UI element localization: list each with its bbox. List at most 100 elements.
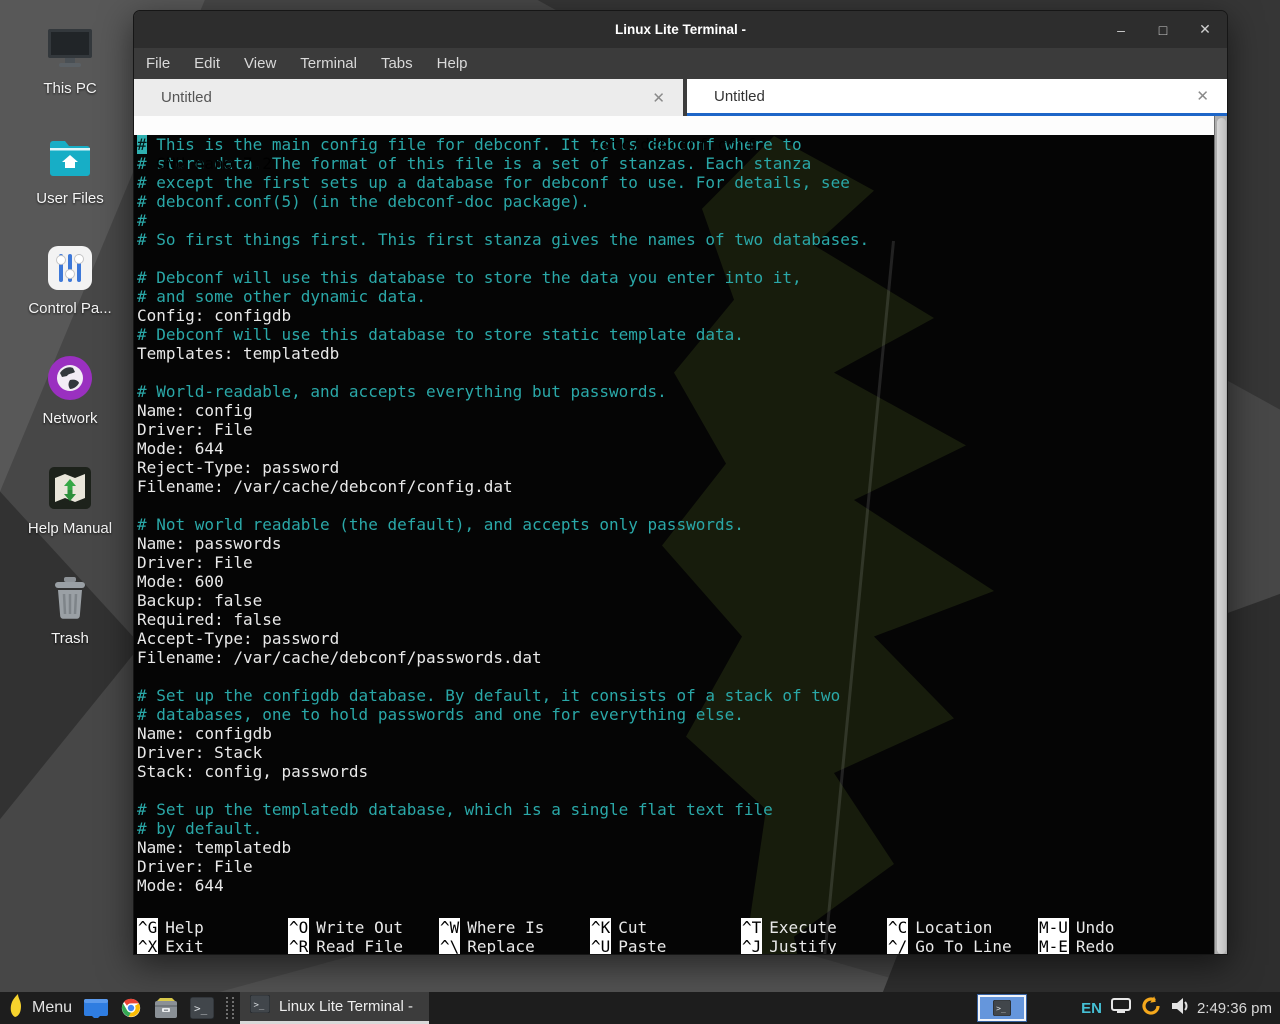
terminal-screen[interactable]: /etc/debconf.conf GNU nano 7.2 # This is… <box>134 116 1227 955</box>
shortcut-cut: ^KCut <box>590 918 741 937</box>
editor-line: Required: false <box>134 610 1227 629</box>
menu-tabs[interactable]: Tabs <box>381 55 413 72</box>
editor-line: # except the first sets up a database fo… <box>134 173 1227 192</box>
terminal-icon: >_ <box>993 1000 1011 1016</box>
editor-line: Accept-Type: password <box>134 629 1227 648</box>
editor-line: # Not world readable (the default), and … <box>134 515 1227 534</box>
editor-line: Filename: /var/cache/debconf/passwords.d… <box>134 648 1227 667</box>
editor-line: Backup: false <box>134 591 1227 610</box>
system-tray: EN <box>1081 995 1189 1022</box>
nano-version: GNU nano 7.2 <box>137 154 272 173</box>
editor-line <box>134 667 1227 686</box>
display-settings-icon[interactable] <box>1111 998 1131 1019</box>
nano-shortcut-row-2: ^XExit ^RRead File ^\Replace ^UPaste ^JJ… <box>134 937 1227 955</box>
editor-line: Templates: templatedb <box>134 344 1227 363</box>
shortcut-paste: ^UPaste <box>590 937 741 955</box>
editor-line <box>134 363 1227 382</box>
scrollbar-thumb[interactable] <box>1217 118 1226 954</box>
editor-line: Mode: 644 <box>134 439 1227 458</box>
terminal-launcher-icon[interactable]: >_ <box>190 997 214 1019</box>
tab-close-icon[interactable]: ✕ <box>1196 87 1209 105</box>
maximize-button[interactable]: □ <box>1155 22 1171 38</box>
close-button[interactable]: ✕ <box>1197 21 1213 38</box>
globe-icon <box>46 352 94 404</box>
desktop-icon-control-panel[interactable]: Control Pa... <box>14 242 126 352</box>
terminal-window: Linux Lite Terminal - – □ ✕ File Edit Vi… <box>133 10 1228 955</box>
editor-line: Name: config <box>134 401 1227 420</box>
start-menu-button[interactable]: Menu <box>8 994 72 1023</box>
linux-lite-logo-icon <box>8 994 24 1023</box>
editor-line: Driver: File <box>134 420 1227 439</box>
editor-line: # by default. <box>134 819 1227 838</box>
editor-line: Name: templatedb <box>134 838 1227 857</box>
editor-line: # Set up the templatedb database, which … <box>134 800 1227 819</box>
nano-filename: /etc/debconf.conf <box>134 135 1214 154</box>
editor-line: # Set up the configdb database. By defau… <box>134 686 1227 705</box>
chrome-browser-icon[interactable] <box>120 997 142 1019</box>
editor-line: # and some other dynamic data. <box>134 287 1227 306</box>
volume-icon[interactable] <box>1171 997 1189 1020</box>
taskbar-window-button[interactable]: >_ Linux Lite Terminal - <box>240 992 429 1024</box>
shortcut-replace: ^\Replace <box>439 937 590 955</box>
window-title: Linux Lite Terminal - <box>134 11 1227 48</box>
desktop-icon-label: Network <box>42 410 97 427</box>
tab-untitled-1[interactable]: Untitled ✕ <box>134 79 683 116</box>
editor-line: Mode: 600 <box>134 572 1227 591</box>
editor-line: # <box>134 211 1227 230</box>
editor-line: # databases, one to hold passwords and o… <box>134 705 1227 724</box>
shortcut-exit: ^XExit <box>137 937 288 955</box>
editor-line: # store data. The format of this file is… <box>134 154 1227 173</box>
terminal-scrollbar[interactable] <box>1214 116 1227 955</box>
desktop-icon-this-pc[interactable]: This PC <box>14 22 126 132</box>
shortcut-execute: ^TExecute <box>741 918 887 937</box>
tab-untitled-2-active[interactable]: Untitled ✕ <box>687 79 1227 116</box>
desktop-icons: This PC User Files Control Pa... Network… <box>14 22 126 682</box>
editor-line: # So first things first. This first stan… <box>134 230 1227 249</box>
desktop-icon-help-manual[interactable]: Help Manual <box>14 462 126 572</box>
nano-shortcut-row-1: ^GHelp ^OWrite Out ^WWhere Is ^KCut ^TEx… <box>134 918 1227 937</box>
svg-text:>_: >_ <box>996 1004 1006 1013</box>
editor-line: Name: passwords <box>134 534 1227 553</box>
desktop-icon-network[interactable]: Network <box>14 352 126 462</box>
file-manager-icon[interactable] <box>84 998 108 1018</box>
minimize-button[interactable]: – <box>1113 22 1129 38</box>
menu-edit[interactable]: Edit <box>194 55 220 72</box>
menu-help[interactable]: Help <box>437 55 468 72</box>
editor-line: Filename: /var/cache/debconf/config.dat <box>134 477 1227 496</box>
editor-line: Reject-Type: password <box>134 458 1227 477</box>
menu-file[interactable]: File <box>146 55 170 72</box>
desktop-icon-user-files[interactable]: User Files <box>14 132 126 242</box>
tab-bar: Untitled ✕ Untitled ✕ <box>134 79 1227 116</box>
editor-line: # Debconf will use this database to stor… <box>134 325 1227 344</box>
desktop-icon-label: Trash <box>51 630 89 647</box>
editor-line: Driver: File <box>134 553 1227 572</box>
panel-separator-handle[interactable] <box>226 997 234 1019</box>
desktop-icon-label: This PC <box>43 80 96 97</box>
manual-map-icon <box>46 462 94 514</box>
desktop-icon-trash[interactable]: Trash <box>14 572 126 682</box>
editor-line: # Debconf will use this database to stor… <box>134 268 1227 287</box>
editor-line: # debconf.conf(5) (in the debconf-doc pa… <box>134 192 1227 211</box>
menu-terminal[interactable]: Terminal <box>300 55 357 72</box>
trash-icon <box>48 572 92 624</box>
tab-label: Untitled <box>714 88 765 105</box>
workspace-pager[interactable]: >_ <box>978 995 1026 1021</box>
file-cabinet-icon[interactable] <box>154 997 178 1019</box>
editor-line: Driver: File <box>134 857 1227 876</box>
window-titlebar[interactable]: Linux Lite Terminal - – □ ✕ <box>134 11 1227 48</box>
keyboard-layout-indicator[interactable]: EN <box>1081 1000 1102 1017</box>
taskbar-clock: 2:49:36 pm <box>1197 1000 1272 1017</box>
svg-text:>_: >_ <box>194 1002 208 1015</box>
shortcut-redo: M-ERedo <box>1038 937 1227 955</box>
editor-line: Name: configdb <box>134 724 1227 743</box>
desktop-icon-label: Control Pa... <box>28 300 111 317</box>
tab-label: Untitled <box>161 89 212 106</box>
nano-titlebar: /etc/debconf.conf GNU nano 7.2 <box>134 116 1214 135</box>
shortcut-read-file: ^RRead File <box>288 937 439 955</box>
menu-view[interactable]: View <box>244 55 276 72</box>
shortcut-go-to-line: ^/Go To Line <box>887 937 1038 955</box>
update-notifier-icon[interactable] <box>1140 995 1162 1022</box>
tab-close-icon[interactable]: ✕ <box>652 89 665 107</box>
editor-line <box>134 781 1227 800</box>
home-folder-icon <box>46 132 94 184</box>
